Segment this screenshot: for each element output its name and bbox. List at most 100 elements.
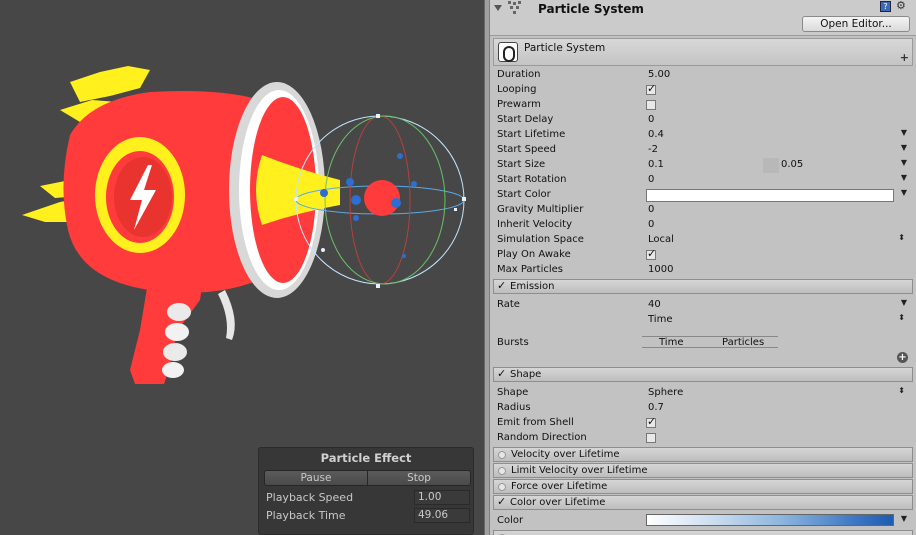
rate-mode-dropdown[interactable]: Time — [648, 314, 672, 325]
scene-view[interactable]: Particle Effect Pause Stop Playback Spee… — [0, 0, 484, 535]
random-direction-label: Random Direction — [497, 432, 587, 443]
start-delay-field[interactable]: 0 — [648, 114, 654, 125]
prop-label: Gravity Multiplier — [497, 204, 584, 215]
playback-time-row: Playback Time 49.06 — [266, 508, 471, 524]
shape-module-header[interactable]: ✓ Shape — [493, 367, 913, 382]
prop-prewarm: Prewarm — [497, 98, 910, 113]
module-disabled-icon[interactable] — [498, 467, 506, 475]
prop-start-delay: Start Delay 0 — [497, 113, 910, 128]
random-direction-checkbox[interactable] — [646, 433, 656, 443]
updown-arrow-icon[interactable]: ⬍ — [898, 233, 905, 242]
start-rotation-field[interactable]: 0 — [648, 174, 654, 185]
prop-emit-from-shell: Emit from Shell — [497, 415, 910, 431]
prop-looping: Looping — [497, 82, 910, 98]
gear-icon[interactable]: ⚙ — [896, 0, 906, 12]
dropdown-arrow-icon[interactable]: ▼ — [901, 514, 907, 523]
open-editor-button[interactable]: Open Editor... — [802, 16, 910, 32]
radius-label: Radius — [497, 402, 531, 413]
prop-label: Start Lifetime — [497, 129, 566, 140]
prop-radius: Radius 0.7 — [497, 401, 910, 416]
prop-label: Start Rotation — [497, 174, 567, 185]
start-speed-field[interactable]: -2 — [648, 144, 658, 155]
max-particles-field[interactable]: 1000 — [648, 264, 673, 275]
dropdown-arrow-icon[interactable]: ▼ — [901, 158, 907, 167]
help-icon[interactable]: ? — [880, 1, 891, 12]
gravity-multiplier-field[interactable]: 0 — [648, 204, 654, 215]
bursts-col-particles: Particles — [722, 337, 765, 348]
start-size-max-value[interactable]: 0.05 — [781, 159, 803, 170]
prop-start-size: Start Size 0.1 0.05 ▼ — [497, 158, 910, 173]
add-burst-icon[interactable]: + — [897, 352, 908, 363]
module-disabled-icon[interactable] — [498, 483, 506, 491]
prop-inherit-velocity: Inherit Velocity 0 — [497, 218, 910, 233]
prop-random-direction: Random Direction — [497, 431, 910, 446]
prop-rate: Rate 40 ▼ — [497, 298, 910, 313]
shape-dropdown[interactable]: Sphere — [648, 387, 683, 398]
dropdown-arrow-icon[interactable]: ▼ — [901, 128, 907, 137]
color-gradient-field[interactable] — [646, 514, 894, 526]
prop-rate-mode: Time ⬍ — [497, 313, 910, 328]
prop-label: Looping — [497, 84, 537, 95]
velocity-over-lifetime-header[interactable]: Velocity over Lifetime — [493, 447, 913, 462]
dropdown-arrow-icon[interactable]: ▼ — [901, 143, 907, 152]
prop-label: Start Delay — [497, 114, 554, 125]
radius-field[interactable]: 0.7 — [648, 402, 664, 413]
prop-start-lifetime: Start Lifetime 0.4 ▼ — [497, 128, 910, 143]
emission-module-header[interactable]: ✓ Emission — [493, 279, 913, 294]
prop-label: Start Speed — [497, 144, 556, 155]
add-module-icon[interactable]: + — [900, 51, 909, 64]
looping-checkbox[interactable] — [646, 82, 656, 95]
playback-speed-row: Playback Speed 1.00 — [266, 490, 471, 506]
particle-effect-panel: Particle Effect Pause Stop Playback Spee… — [258, 447, 474, 535]
duration-field[interactable]: 5.00 — [648, 69, 670, 80]
particle-system-module-header[interactable]: Particle System + — [493, 38, 913, 66]
component-foldout-icon[interactable] — [494, 5, 502, 11]
module-disabled-icon[interactable] — [498, 451, 506, 459]
start-size-min-value: 0.1 — [648, 159, 664, 170]
updown-arrow-icon[interactable]: ⬍ — [898, 386, 905, 395]
limit-velocity-over-lifetime-header[interactable]: Limit Velocity over Lifetime — [493, 463, 913, 478]
rate-field[interactable]: 40 — [648, 299, 661, 310]
prop-duration: Duration 5.00 — [497, 68, 910, 83]
emission-title: Emission — [510, 281, 555, 292]
prop-simulation-space: Simulation Space Local ⬍ — [497, 233, 910, 248]
playback-speed-field[interactable]: 1.00 — [414, 490, 470, 505]
emission-enabled-checkbox[interactable]: ✓ — [497, 279, 506, 292]
prop-start-speed: Start Speed -2 ▼ — [497, 143, 910, 158]
updown-arrow-icon[interactable]: ⬍ — [898, 313, 905, 322]
stop-button[interactable]: Stop — [368, 470, 471, 486]
shape-label: Shape — [497, 387, 529, 398]
force-over-lifetime-header[interactable]: Force over Lifetime — [493, 479, 913, 494]
playback-time-field[interactable]: 49.06 — [414, 508, 470, 523]
color-over-lifetime-checkbox[interactable]: ✓ — [497, 495, 506, 508]
particle-system-logo-icon — [498, 42, 518, 62]
prop-label: Inherit Velocity — [497, 219, 572, 230]
color-label: Color — [497, 515, 524, 526]
shape-enabled-checkbox[interactable]: ✓ — [497, 367, 506, 380]
dropdown-arrow-icon[interactable]: ▼ — [901, 173, 907, 182]
prop-start-color: Start Color ▼ — [497, 188, 910, 203]
inherit-velocity-field[interactable]: 0 — [648, 219, 654, 230]
bursts-label: Bursts — [497, 337, 529, 348]
prop-play-on-awake: Play On Awake — [497, 247, 910, 263]
module-title: Color over Lifetime — [510, 497, 606, 508]
prop-label: Start Color — [497, 189, 551, 200]
prop-label: Start Size — [497, 159, 546, 170]
dropdown-arrow-icon[interactable]: ▼ — [901, 188, 907, 197]
color-over-lifetime-header[interactable]: ✓ Color over Lifetime — [493, 495, 913, 510]
emit-from-shell-checkbox[interactable] — [646, 415, 656, 428]
prop-label: Play On Awake — [497, 249, 571, 260]
start-color-swatch[interactable] — [646, 189, 894, 202]
simulation-space-dropdown[interactable]: Local — [648, 234, 674, 245]
dropdown-arrow-icon[interactable]: ▼ — [901, 298, 907, 307]
start-lifetime-field[interactable]: 0.4 — [648, 129, 664, 140]
next-module-header[interactable] — [493, 530, 913, 535]
prop-max-particles: Max Particles 1000 — [497, 263, 910, 278]
module-title: Force over Lifetime — [511, 481, 608, 492]
play-on-awake-checkbox[interactable] — [646, 247, 656, 260]
prop-start-rotation: Start Rotation 0 ▼ — [497, 173, 910, 188]
pause-button[interactable]: Pause — [264, 470, 368, 486]
module-title: Limit Velocity over Lifetime — [511, 465, 648, 476]
particle-effect-title: Particle Effect — [320, 451, 412, 465]
prewarm-checkbox[interactable] — [646, 100, 656, 110]
